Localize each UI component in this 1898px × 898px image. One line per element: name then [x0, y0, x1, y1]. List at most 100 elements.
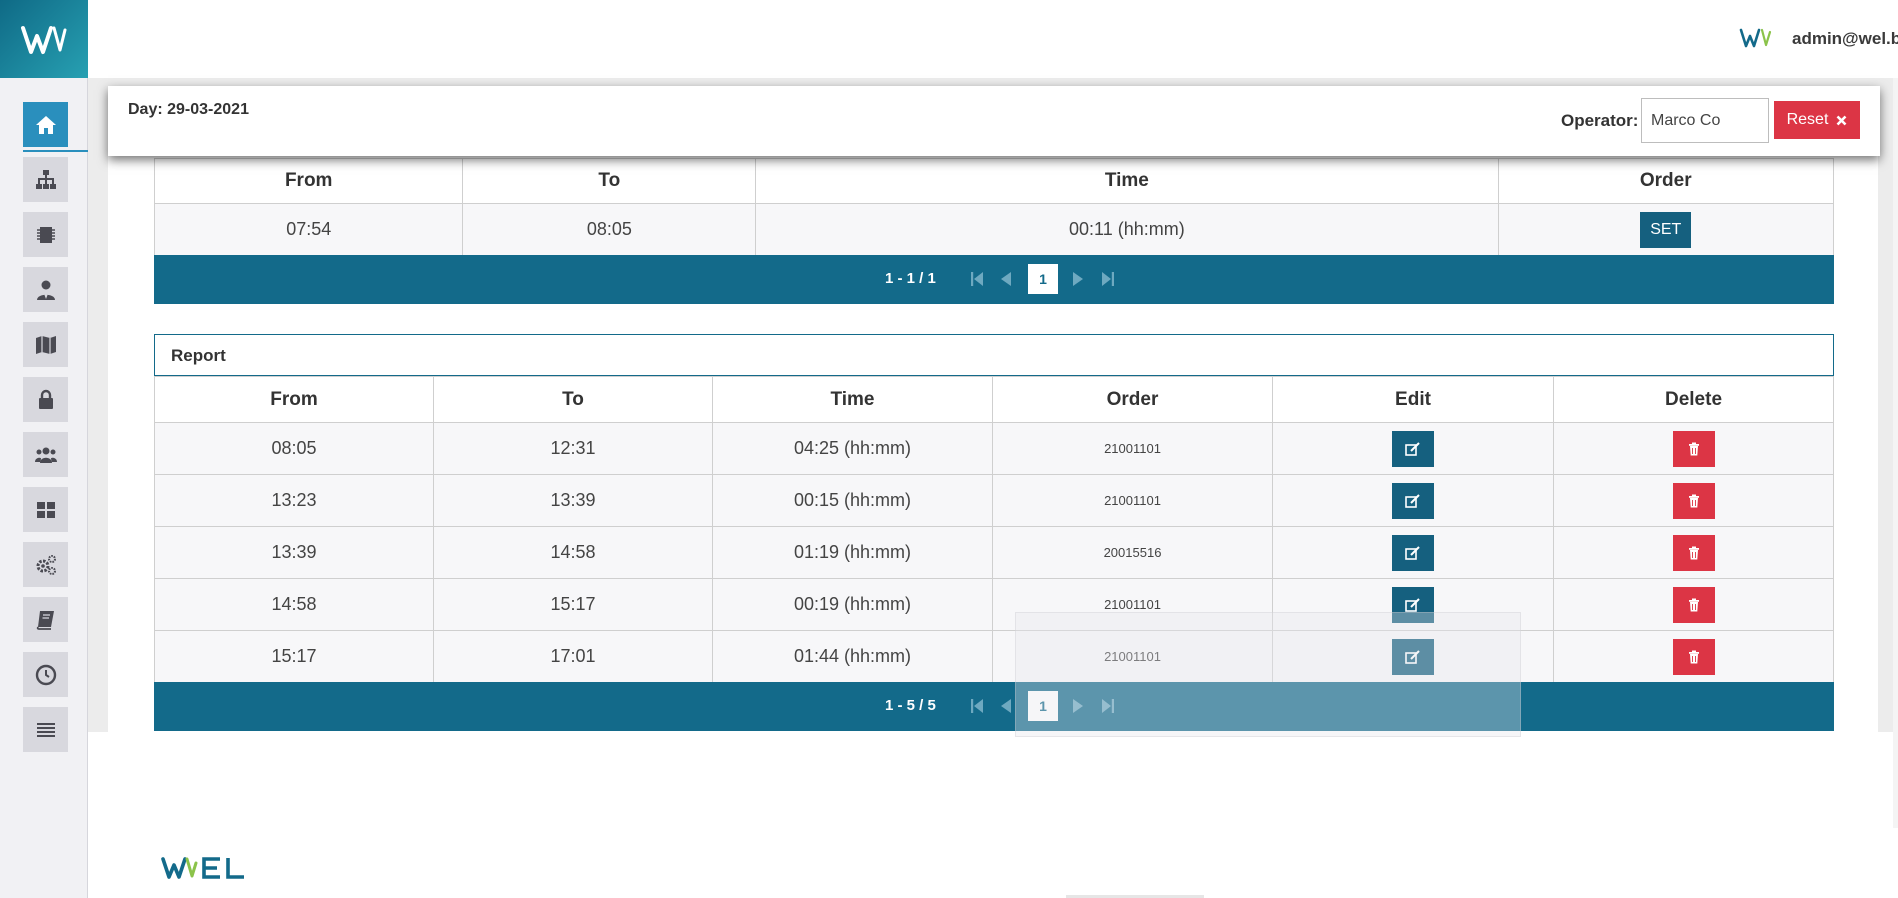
cell-edit: [1272, 526, 1554, 579]
filter-bar: Day: 29-03-2021 Operator: Reset: [108, 86, 1880, 156]
book-icon: [36, 610, 54, 630]
page-number[interactable]: 1: [1028, 264, 1058, 294]
cell-edit: [1272, 474, 1554, 527]
next-page-icon[interactable]: [1070, 268, 1086, 290]
app-logo[interactable]: [0, 0, 88, 78]
cell-time: 00:15 (hh:mm): [712, 474, 993, 527]
cell-from: 08:05: [154, 422, 434, 475]
cell-time: 01:44 (hh:mm): [712, 630, 993, 683]
delete-button[interactable]: [1672, 482, 1715, 519]
chip-icon: [36, 226, 55, 243]
page-number[interactable]: 1: [1028, 691, 1058, 721]
set-order-button[interactable]: SET: [1640, 211, 1692, 248]
report-header: Report: [154, 334, 1834, 376]
edit-button[interactable]: [1392, 586, 1434, 623]
column-header-order: Order: [992, 376, 1273, 423]
edit-button[interactable]: [1392, 430, 1434, 467]
pagination-current: 1 - 1 / 1 1: [154, 255, 1834, 304]
sidebar-item-structure[interactable]: [23, 157, 68, 202]
delete-button[interactable]: [1672, 534, 1715, 571]
cell-order: SET: [1497, 203, 1835, 256]
users-icon: [34, 447, 57, 463]
table-row: 07:54 08:05 00:11 (hh:mm) SET: [153, 203, 1835, 256]
wel-small-logo-icon: [1739, 28, 1772, 48]
delete-button[interactable]: [1672, 586, 1715, 623]
cell-to: 08:05: [462, 203, 757, 256]
delete-button[interactable]: [1672, 638, 1715, 675]
prev-page-icon[interactable]: [998, 695, 1014, 717]
cell-time: 01:19 (hh:mm): [712, 526, 993, 579]
trash-icon: [1688, 546, 1699, 559]
first-page-icon[interactable]: [969, 695, 985, 717]
edit-icon: [1405, 649, 1420, 664]
edit-button[interactable]: [1392, 534, 1434, 571]
user-email[interactable]: admin@wel.business: [1792, 29, 1898, 49]
sidebar-item-home[interactable]: [23, 102, 68, 147]
day-label: Day: 29-03-2021: [128, 101, 249, 118]
report-title: Report: [171, 346, 226, 365]
column-header-from: From: [153, 158, 464, 204]
edit-button[interactable]: [1392, 482, 1434, 519]
cell-delete: [1553, 422, 1834, 475]
pagination-range: 1 - 1 / 1: [885, 270, 936, 287]
cell-order: 21001101: [992, 422, 1273, 475]
last-page-icon[interactable]: [1100, 695, 1116, 717]
cell-delete: [1553, 526, 1834, 579]
clock-icon: [35, 664, 56, 685]
sidebar-item-operator[interactable]: [23, 267, 68, 312]
top-header: admin@wel.business: [88, 0, 1898, 78]
current-session-table: From To Time Order 07:54 08:05 00:11 (hh…: [153, 158, 1835, 256]
cell-order: 20015516: [992, 526, 1273, 579]
reset-button[interactable]: Reset: [1774, 101, 1860, 139]
column-header-delete: Delete: [1553, 376, 1834, 423]
pagination-report: 1 - 5 / 5 1: [154, 682, 1834, 731]
sidebar-item-device[interactable]: [23, 212, 68, 257]
cell-to: 14:58: [433, 526, 713, 579]
sidebar: [0, 0, 88, 898]
last-page-icon[interactable]: [1100, 268, 1116, 290]
table-row: 13:23 13:39 00:15 (hh:mm) 21001101: [154, 474, 1834, 527]
trash-icon: [1688, 442, 1699, 455]
sidebar-item-security[interactable]: [23, 377, 68, 422]
sidebar-item-users[interactable]: [23, 432, 68, 477]
edit-icon: [1405, 493, 1420, 508]
table-row: 14:58 15:17 00:19 (hh:mm) 21001101: [154, 578, 1834, 631]
cell-order: 21001101: [992, 630, 1273, 683]
operator-input[interactable]: [1641, 98, 1769, 143]
delete-button[interactable]: [1672, 430, 1715, 467]
grid-icon: [36, 501, 55, 518]
lock-icon: [38, 389, 53, 409]
trash-icon: [1688, 494, 1699, 507]
column-header-order: Order: [1497, 158, 1835, 204]
column-header-to: To: [462, 158, 757, 204]
sidebar-item-dashboard[interactable]: [23, 487, 68, 532]
cell-delete: [1553, 578, 1834, 631]
sidebar-item-map[interactable]: [23, 322, 68, 367]
column-header-edit: Edit: [1272, 376, 1554, 423]
next-page-icon[interactable]: [1070, 695, 1086, 717]
column-header-to: To: [433, 376, 713, 423]
prev-page-icon[interactable]: [998, 268, 1014, 290]
sidebar-item-settings[interactable]: [23, 542, 68, 587]
edit-icon: [1405, 597, 1420, 612]
cell-edit: [1272, 630, 1554, 683]
first-page-icon[interactable]: [969, 268, 985, 290]
sidebar-item-list[interactable]: [23, 707, 68, 752]
cell-from: 15:17: [154, 630, 434, 683]
cell-time: 00:19 (hh:mm): [712, 578, 993, 631]
cell-delete: [1553, 630, 1834, 683]
sidebar-item-book[interactable]: [23, 597, 68, 642]
trash-icon: [1688, 650, 1699, 663]
cell-time: 04:25 (hh:mm): [712, 422, 993, 475]
cell-from: 13:39: [154, 526, 434, 579]
cell-delete: [1553, 474, 1834, 527]
pagination-range: 1 - 5 / 5: [885, 697, 936, 714]
table-row: 08:05 12:31 04:25 (hh:mm) 21001101: [154, 422, 1834, 475]
cell-edit: [1272, 578, 1554, 631]
sidebar-item-history[interactable]: [23, 652, 68, 697]
column-header-time: Time: [712, 376, 993, 423]
report-table: From To Time Order Edit Delete 08:05 12:…: [154, 376, 1834, 683]
user-tie-icon: [36, 280, 55, 300]
map-icon: [35, 335, 56, 354]
edit-button[interactable]: [1392, 638, 1434, 675]
